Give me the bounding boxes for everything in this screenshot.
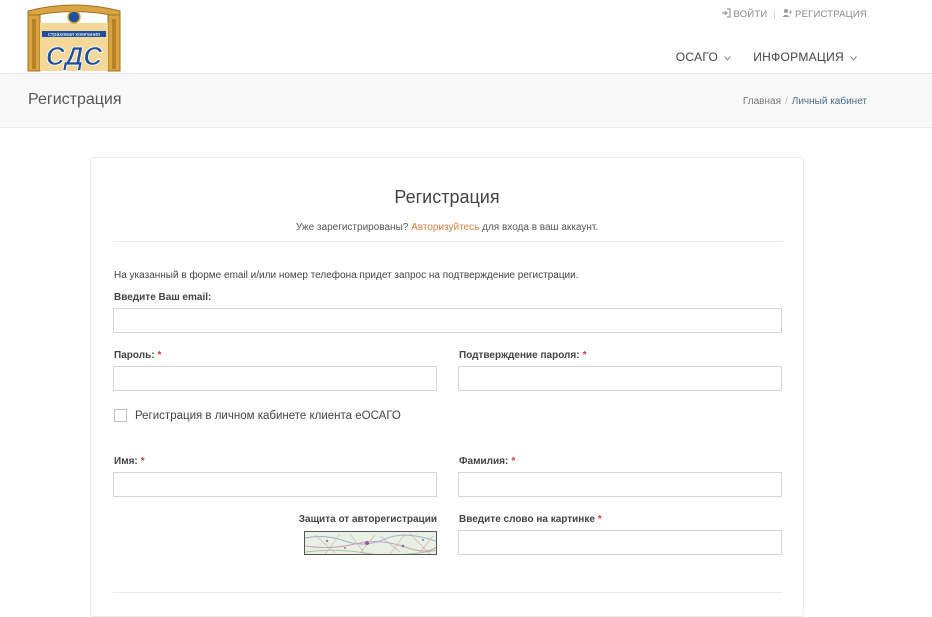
main-nav: ОСАГО ИНФОРМАЦИЯ: [676, 50, 857, 64]
divider: [113, 592, 782, 593]
register-link[interactable]: РЕГИСТРАЦИЯ: [782, 8, 867, 21]
page-title: Регистрация: [28, 91, 122, 108]
form-title: Регистрация: [394, 187, 500, 207]
subtitle-suffix: для входа в ваш аккаунт.: [482, 222, 599, 233]
login-label: ВОЙТИ: [733, 9, 768, 20]
site-header: страховая компания СДС ВОЙТИ | РЕГИСТРАЦ…: [0, 0, 932, 74]
divider: [113, 241, 782, 242]
logo-text: СДС: [46, 41, 104, 71]
nav-item-info[interactable]: ИНФОРМАЦИЯ: [753, 50, 857, 64]
breadcrumb: Главная / Личный кабинет: [743, 96, 867, 107]
breadcrumb-separator: /: [784, 96, 788, 107]
nav-item-osago[interactable]: ОСАГО: [675, 50, 732, 64]
register-label: РЕГИСТРАЦИЯ: [795, 9, 867, 20]
form-subtitle: Уже зарегистрированы? Авторизуйтесь для …: [91, 222, 803, 233]
captcha-input-label: Введите слово на картинке *: [459, 514, 602, 525]
required-marker: *: [582, 350, 587, 361]
required-marker: *: [597, 514, 602, 525]
email-field[interactable]: [113, 308, 782, 333]
surname-label: Фамилия: *: [459, 456, 516, 467]
confirmation-notice: На указанный в форме email и/или номер т…: [114, 270, 579, 281]
breadcrumb-cabinet[interactable]: Личный кабинет: [792, 96, 867, 107]
logo-subtext: страховая компания: [48, 32, 100, 38]
eosago-checkbox-label[interactable]: Регистрация в личном кабинете клиента еО…: [135, 410, 401, 422]
required-marker: *: [140, 456, 145, 467]
breadcrumb-home[interactable]: Главная: [743, 96, 781, 107]
eosago-checkbox[interactable]: [114, 409, 127, 422]
chevron-down-icon: [850, 50, 857, 64]
nav-item-label: ИНФОРМАЦИЯ: [753, 50, 844, 64]
name-label: Имя: *: [114, 456, 145, 467]
chevron-down-icon: [724, 50, 732, 64]
password-field[interactable]: [113, 366, 437, 391]
captcha-image: [304, 531, 437, 555]
top-links-divider: |: [773, 9, 777, 20]
user-plus-icon: [782, 8, 793, 21]
eosago-checkbox-row[interactable]: Регистрация в личном кабинете клиента еО…: [114, 409, 401, 422]
subtitle-prefix: Уже зарегистрированы?: [295, 222, 409, 233]
nav-item-label: ОСАГО: [675, 50, 719, 64]
required-marker: *: [157, 350, 162, 361]
captcha-label: Защита от авторегистрации: [298, 514, 437, 525]
page-title-bar: Регистрация Главная / Личный кабинет: [0, 74, 932, 128]
password-label: Пароль: *: [114, 350, 162, 361]
surname-field[interactable]: [458, 472, 782, 497]
required-marker: *: [511, 456, 516, 467]
captcha-field[interactable]: [458, 530, 782, 555]
confirm-password-label: Подтверждение пароля: *: [459, 350, 587, 361]
top-links: ВОЙТИ | РЕГИСТРАЦИЯ: [721, 8, 868, 21]
confirm-password-field[interactable]: [458, 366, 782, 391]
company-logo[interactable]: страховая компания СДС: [24, 3, 124, 73]
sign-in-icon: [721, 8, 731, 21]
login-link[interactable]: ВОЙТИ: [721, 8, 768, 21]
registration-card: Регистрация Уже зарегистрированы? Автори…: [90, 157, 804, 617]
name-field[interactable]: [113, 472, 437, 497]
email-label: Введите Ваш email:: [114, 292, 212, 303]
login-link-inline[interactable]: Авторизуйтесь: [411, 222, 479, 233]
